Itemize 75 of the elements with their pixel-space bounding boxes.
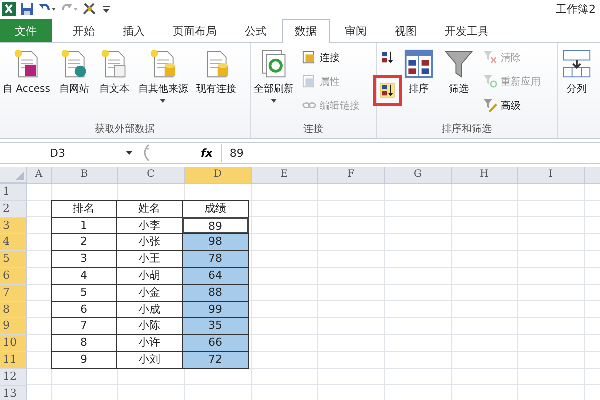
reapply-filter-icon (483, 74, 498, 89)
ribbon-tab[interactable]: 数据 (282, 19, 330, 43)
dropdown-caret-icon[interactable] (126, 151, 133, 155)
row-header[interactable]: 12 (0, 368, 27, 386)
filter-icon (444, 49, 474, 79)
table-cell: 排名 (51, 200, 117, 218)
row-header[interactable]: 11 (0, 352, 27, 369)
ribbon-button[interactable]: 自其他来源 (135, 47, 192, 105)
row-header[interactable]: 10 (0, 335, 27, 352)
table-cell: 小金 (116, 284, 183, 302)
dropdown-caret-icon (271, 99, 277, 103)
window-title: 工作簿2 (556, 2, 597, 16)
split-columns-icon (562, 49, 592, 79)
sort-icon (404, 49, 434, 79)
ribbon-button[interactable]: 排序 (400, 47, 438, 98)
advanced-filter-icon (483, 98, 498, 113)
sort-ascending-icon (380, 50, 395, 65)
name-box[interactable]: D3 (0, 146, 118, 160)
row-header[interactable]: 4 (0, 234, 27, 252)
table-cell: 9 (51, 350, 117, 369)
ribbon-button[interactable]: 连接 (299, 47, 363, 68)
ribbon-tab[interactable]: 开始 (60, 19, 108, 42)
ribbon-button[interactable]: 分列 (558, 47, 596, 98)
table-cell: 成绩 (182, 200, 249, 218)
group-label: 连接 (302, 122, 324, 137)
dropdown-caret-icon (160, 99, 166, 103)
tools-icon[interactable] (82, 2, 98, 16)
table-cell: 小陈 (116, 317, 183, 336)
row-header[interactable]: 13 (0, 386, 27, 400)
table-cell: 2 (51, 233, 117, 252)
ribbon-button[interactable]: 自网站 (55, 47, 94, 98)
ribbon-button[interactable]: 全部刷新 (251, 47, 297, 105)
ribbon-button[interactable]: 自 Access (0, 47, 54, 98)
ribbon-button[interactable]: 自文本 (95, 47, 134, 98)
table-cell: 72 (182, 350, 249, 369)
link-icon (302, 50, 317, 65)
ribbon-tab[interactable]: 页面布局 (160, 19, 230, 42)
ribbon-tab[interactable]: 审阅 (332, 19, 380, 42)
table-cell: 小张 (116, 233, 183, 252)
table-cell: 7 (51, 317, 117, 336)
sort-button[interactable] (373, 75, 402, 106)
table-cell: 5 (51, 284, 117, 302)
ribbon-button[interactable]: 筛选 (440, 47, 478, 98)
row-header[interactable]: 6 (0, 268, 27, 285)
table-cell: 小刘 (116, 350, 183, 369)
ribbon-tab[interactable]: 公式 (232, 19, 280, 42)
row-header[interactable]: 3 (0, 218, 27, 234)
ribbon-tab[interactable]: 插入 (110, 19, 158, 42)
clear-filter-icon (483, 50, 498, 65)
row-header[interactable]: 1 (0, 184, 27, 201)
ribbon-tab[interactable]: 视图 (382, 19, 430, 42)
save-icon[interactable] (20, 2, 34, 16)
table-cell: 64 (182, 266, 249, 285)
column-header[interactable]: D (185, 167, 252, 183)
table-cell: 姓名 (116, 200, 183, 218)
table-cell: 98 (182, 233, 249, 252)
formula-field[interactable]: 89 (222, 146, 600, 160)
ribbon-button[interactable]: 现有连接 (193, 47, 240, 98)
row-header[interactable]: 7 (0, 284, 27, 302)
file-tab[interactable]: 文件 (0, 19, 52, 42)
row-header[interactable]: 8 (0, 302, 27, 318)
row-header[interactable]: 5 (0, 251, 27, 268)
group-label: 排序和筛选 (441, 122, 493, 137)
table-cell: 66 (182, 334, 249, 352)
ribbon-button[interactable]: 高级 (480, 95, 544, 116)
sort-descending-icon (380, 83, 395, 98)
table-cell: 78 (182, 250, 249, 268)
table-cell: 88 (182, 284, 249, 302)
insert-function-button[interactable]: fx (193, 144, 222, 162)
row-header[interactable]: 2 (0, 200, 27, 218)
table-cell: 35 (182, 317, 249, 336)
properties-icon (302, 74, 317, 89)
group-label: 获取外部数据 (94, 122, 156, 137)
row-header[interactable]: 9 (0, 318, 27, 336)
ribbon-tab[interactable]: 开发工具 (432, 19, 502, 42)
